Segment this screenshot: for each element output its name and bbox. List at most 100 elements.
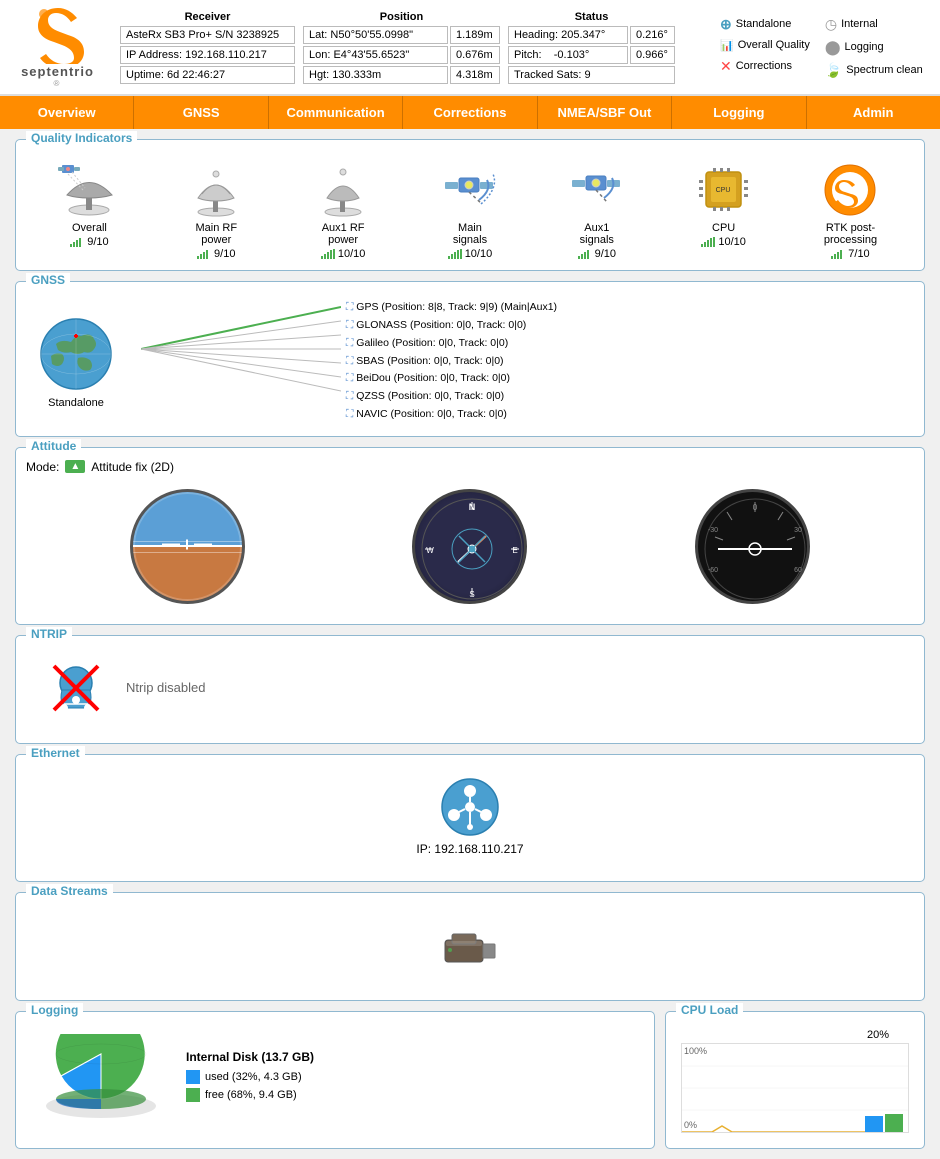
ethernet-title: Ethernet	[26, 746, 85, 760]
status-row-pitch: Pitch: -0.103° 0.966°	[508, 46, 675, 64]
gnss-title: GNSS	[26, 273, 70, 287]
status-row-heading: Heading: 205.347° 0.216°	[508, 26, 675, 44]
overall-label: Overall	[72, 222, 107, 234]
header-info-tables: Receiver AsteRx SB3 Pro+ S/N 3238925 IP …	[120, 11, 710, 84]
legend-col-1: ⊕ Standalone 📊 Overall Quality ✕ Correct…	[720, 16, 810, 79]
rtk-score: 7/10	[831, 248, 869, 260]
quality-icon: 📊	[720, 39, 734, 52]
logging-icon: ⬤	[825, 39, 841, 56]
logging-pie-chart	[36, 1034, 166, 1119]
gnss-content: Standalone ⛶ GPS (Pos	[26, 294, 914, 424]
disk-free-row: free (68%, 9.4 GB)	[186, 1088, 314, 1102]
position-section: Position Lat: N50°50'55.0998" 1.189m Lon…	[303, 11, 500, 84]
attitude-instruments: N S W E	[26, 484, 914, 609]
aux1-rf-icon	[311, 160, 376, 220]
quality-label: Overall Quality	[738, 39, 810, 51]
overall-score: 9/10	[70, 236, 108, 248]
internal-label: Internal	[841, 18, 878, 30]
logo: septentrio ®	[10, 6, 105, 88]
logging-label: Logging	[845, 41, 884, 53]
main-signals-label2: signals	[453, 234, 487, 246]
gnss-glonass: ⛶ GLONASS (Position: 0|0, Track: 0|0)	[346, 317, 557, 335]
legend-spectrum: 🍃 Spectrum clean	[825, 62, 923, 79]
gnss-mode-label: Standalone	[48, 397, 104, 409]
quality-item-overall: Overall 9/10	[44, 160, 134, 248]
svg-text:CPU: CPU	[716, 187, 731, 194]
ethernet-ip-text: IP: 192.168.110.217	[416, 842, 523, 856]
receiver-row-3: Uptime: 6d 22:46:27	[120, 66, 295, 84]
main-signals-score-val: 10/10	[465, 248, 493, 260]
cpu-icon: CPU	[691, 160, 756, 220]
quality-indicators-section: Quality Indicators	[15, 139, 925, 271]
ntrip-icon-svg	[46, 658, 106, 718]
data-streams-content	[26, 905, 914, 985]
data-streams-title: Data Streams	[26, 884, 113, 898]
gnss-globe-area: Standalone	[26, 314, 126, 409]
rtk-label2: processing	[824, 234, 877, 246]
nav-communication[interactable]: Communication	[269, 96, 403, 129]
attitude-fix-badge: ▲	[65, 460, 85, 473]
gnss-galileo: ⛶ Galileo (Position: 0|0, Track: 0|0)	[346, 335, 557, 353]
logging-title: Logging	[26, 1003, 83, 1017]
svg-text:-60: -60	[708, 567, 718, 574]
ntrip-disabled-icon	[46, 658, 106, 718]
overall-icon	[57, 160, 122, 220]
quality-item-rtk: RTK post- processing 7/10	[805, 160, 895, 260]
data-stream-icon	[440, 920, 500, 970]
gnss-section: GNSS Standalone	[15, 281, 925, 437]
septentrio-logo-icon	[32, 6, 84, 64]
nav-gnss[interactable]: GNSS	[134, 96, 268, 129]
rtk-score-val: 7/10	[848, 248, 869, 260]
gnss-gps: ⛶ GPS (Position: 8|8, Track: 9|9) (Main|…	[346, 299, 557, 317]
nav-corrections[interactable]: Corrections	[403, 96, 537, 129]
svg-text:-30: -30	[708, 527, 718, 534]
disk-free-label: free (68%, 9.4 GB)	[205, 1089, 297, 1101]
svg-text:E: E	[513, 546, 518, 555]
receiver-row-1: AsteRx SB3 Pro+ S/N 3238925	[120, 26, 295, 44]
legend-quality: 📊 Overall Quality	[720, 39, 810, 52]
status-section: Status Heading: 205.347° 0.216° Pitch: -…	[508, 11, 675, 84]
aux1-signals-score: 9/10	[578, 248, 616, 260]
main-signals-icon	[437, 160, 502, 220]
attitude-title: Attitude	[26, 439, 81, 453]
ntrip-content: Ntrip disabled	[26, 648, 914, 728]
status-row-tracked: Tracked Sats: 9	[508, 66, 675, 84]
gnss-qzss: ⛶ QZSS (Position: 0|0, Track: 0|0)	[346, 388, 557, 406]
compass-svg: N S W E	[415, 492, 527, 604]
ethernet-content: IP: 192.168.110.217	[26, 767, 914, 866]
aux1-signals-score-val: 9/10	[595, 248, 616, 260]
cpu-load-section: CPU Load 20% 100% 0%	[665, 1011, 925, 1149]
quality-grid: Overall 9/10 Main RF power	[26, 155, 914, 260]
aux1-rf-label: Aux1 RF	[322, 222, 365, 234]
receiver-title: Receiver	[120, 11, 295, 23]
position-row-lat: Lat: N50°50'55.0998" 1.189m	[303, 26, 500, 44]
aux1-rf-score-val: 10/10	[338, 248, 366, 260]
logging-section: Logging	[15, 1011, 655, 1149]
quality-indicators-title: Quality Indicators	[26, 131, 137, 145]
navbar: Overview GNSS Communication Corrections …	[0, 96, 940, 129]
aux1-signals-label: Aux1	[584, 222, 609, 234]
aux1-signals-icon	[564, 160, 629, 220]
legend-corrections: ✕ Corrections	[720, 58, 810, 75]
nav-logging[interactable]: Logging	[672, 96, 806, 129]
position-row-lon: Lon: E4°43'55.6523" 0.676m	[303, 46, 500, 64]
main-rf-label: Main RF	[195, 222, 237, 234]
nav-admin[interactable]: Admin	[807, 96, 940, 129]
cpu-score-val: 10/10	[718, 236, 746, 248]
bottom-row: Logging	[15, 1011, 925, 1149]
main-rf-icon	[184, 160, 249, 220]
main-rf-label2: power	[201, 234, 231, 246]
compass-instrument: N S W E	[412, 489, 527, 604]
spectrum-icon: 🍃	[825, 62, 842, 79]
ethernet-section: Ethernet IP: 192.168.110.217	[15, 754, 925, 882]
cpu-percent-label: 20%	[676, 1029, 889, 1041]
nav-nmea[interactable]: NMEA/SBF Out	[538, 96, 672, 129]
corrections-label: Corrections	[736, 60, 792, 72]
cpu-load-content: 20% 100% 0%	[676, 1024, 914, 1133]
nav-overview[interactable]: Overview	[0, 96, 134, 129]
disk-title: Internal Disk (13.7 GB)	[186, 1050, 314, 1064]
svg-text:60: 60	[794, 567, 802, 574]
legend-logging: ⬤ Logging	[825, 39, 923, 56]
gnss-lines-svg	[141, 299, 341, 399]
main-signals-label: Main	[458, 222, 482, 234]
